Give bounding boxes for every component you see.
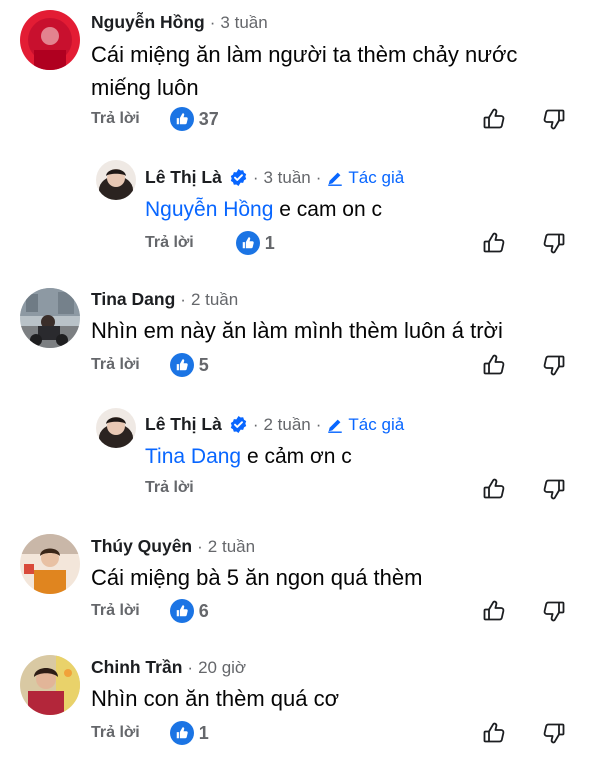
thumbs-up-outline-icon[interactable] (482, 721, 506, 745)
thumbs-down-outline-icon[interactable] (542, 231, 566, 255)
reply-button[interactable]: Trả lời (91, 356, 140, 374)
timestamp[interactable]: 2 tuần (208, 537, 255, 557)
separator-dot: · (209, 12, 216, 32)
comment-header: Thúy Quyên · 2 tuần (91, 536, 255, 557)
comment-text: Tina Dang e cảm ơn c (145, 440, 590, 473)
reaction-count[interactable]: 1 (235, 231, 275, 255)
separator-dot: · (315, 167, 322, 187)
author-badge-label: Tác giả (348, 167, 405, 187)
comment-header: Lê Thị Là · 2 tuần · Tác giả (145, 414, 404, 435)
comment-actions: Trả lời 1 (145, 231, 275, 255)
comment-actions: Trả lời 37 (91, 107, 219, 131)
comment-header: Tina Dang · 2 tuần (91, 289, 238, 310)
author-badge: Tác giả (326, 415, 404, 435)
separator-dot: · (252, 414, 259, 434)
timestamp[interactable]: 3 tuần (220, 13, 267, 33)
pencil-icon (326, 416, 344, 434)
author-badge: Tác giả (326, 168, 404, 188)
comment-actions: Trả lời 6 (91, 599, 209, 623)
thumbs-up-outline-icon[interactable] (482, 599, 506, 623)
separator-dot: · (252, 167, 259, 187)
timestamp[interactable]: 3 tuần (263, 168, 310, 188)
comment-text: Cái miệng ăn làm người ta thèm chảy nước… (91, 42, 518, 100)
reply-button[interactable]: Trả lời (145, 479, 194, 497)
separator-dot: · (315, 414, 322, 434)
thumbs-up-outline-icon[interactable] (482, 353, 506, 377)
separator-dot: · (197, 536, 203, 556)
mention-link[interactable]: Tina Dang (145, 445, 241, 468)
avatar[interactable] (96, 408, 136, 448)
thumbs-up-outline-icon[interactable] (482, 477, 506, 501)
reaction-count[interactable]: 1 (169, 721, 209, 745)
verified-badge-icon (229, 168, 248, 187)
verified-badge-icon (229, 415, 248, 434)
reply-button[interactable]: Trả lời (91, 110, 140, 128)
reaction-count[interactable]: 6 (169, 599, 209, 623)
reply-button[interactable]: Trả lời (91, 602, 140, 620)
comment-header: Lê Thị Là · 3 tuần · Tác giả (145, 167, 404, 188)
pencil-icon (326, 169, 344, 187)
comment-text: Cái miệng bà 5 ăn ngon quá thèm (91, 565, 423, 590)
reply-button[interactable]: Trả lời (145, 234, 194, 252)
thumbs-up-icon (169, 599, 194, 623)
thumbs-up-icon (169, 721, 194, 745)
author-name[interactable]: Nguyễn Hồng (91, 12, 205, 33)
thumbs-down-outline-icon[interactable] (542, 477, 566, 501)
reaction-count[interactable]: 37 (169, 107, 219, 131)
comment-actions: Trả lời 5 (91, 353, 209, 377)
comment-text: Nguyễn Hồng e cam on c (145, 193, 590, 226)
comment-actions: Trả lời 1 (91, 721, 209, 745)
author-name[interactable]: Lê Thị Là (145, 167, 222, 188)
reply-button[interactable]: Trả lời (91, 724, 140, 742)
comment-text-content: e cảm ơn c (246, 445, 352, 468)
author-name[interactable]: Tina Dang (91, 289, 175, 310)
avatar[interactable] (20, 655, 80, 715)
reaction-count[interactable]: 5 (169, 353, 209, 377)
separator-dot: · (187, 657, 194, 677)
like-count: 1 (198, 722, 209, 743)
author-name[interactable]: Lê Thị Là (145, 414, 222, 435)
timestamp[interactable]: 20 giờ (198, 658, 246, 678)
comment-header: Chinh Trần · 20 giờ (91, 657, 246, 678)
comment-header: Nguyễn Hồng · 3 tuần (91, 12, 268, 33)
author-badge-label: Tác giả (348, 414, 405, 434)
comment-text-content: e cam on c (279, 198, 382, 221)
timestamp[interactable]: 2 tuần (263, 415, 310, 435)
like-count: 5 (198, 354, 209, 375)
like-count: 1 (264, 232, 275, 253)
like-count: 6 (198, 600, 209, 621)
thumbs-down-outline-icon[interactable] (542, 599, 566, 623)
thumbs-up-icon (169, 107, 194, 131)
author-name[interactable]: Thúy Quyên (91, 536, 192, 557)
comment-text: Nhìn em này ăn làm mình thèm luôn á trời (91, 318, 503, 343)
mention-link[interactable]: Nguyễn Hồng (145, 198, 273, 221)
thumbs-up-icon (169, 353, 194, 377)
avatar[interactable] (96, 160, 136, 200)
avatar[interactable] (20, 10, 80, 70)
thumbs-down-outline-icon[interactable] (542, 721, 566, 745)
like-count: 37 (198, 108, 219, 129)
thumbs-up-outline-icon[interactable] (482, 231, 506, 255)
comment-text: Nhìn con ăn thèm quá cơ (91, 686, 340, 711)
avatar[interactable] (20, 534, 80, 594)
comment-actions: Trả lời (145, 479, 194, 497)
thumbs-up-icon (235, 231, 260, 255)
timestamp[interactable]: 2 tuần (191, 290, 238, 310)
avatar[interactable] (20, 288, 80, 348)
separator-dot: · (180, 289, 186, 309)
thumbs-down-outline-icon[interactable] (542, 353, 566, 377)
thumbs-up-outline-icon[interactable] (482, 107, 506, 131)
author-name[interactable]: Chinh Trần (91, 657, 182, 678)
thumbs-down-outline-icon[interactable] (542, 107, 566, 131)
